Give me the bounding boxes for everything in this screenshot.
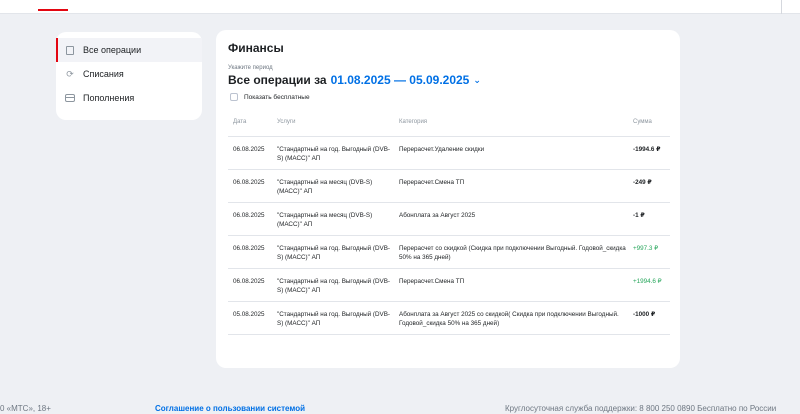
- column-header-category: Категория: [394, 119, 628, 137]
- support-info: Круглосуточная служба поддержки: 8 800 2…: [505, 404, 777, 413]
- table-row[interactable]: 06.08.2025 "Стандартный на год. Выгодный…: [228, 235, 670, 269]
- row-sum: +1994.6 ₽: [628, 268, 670, 302]
- operations-table: Дата Услуги Категория Сумма 06.08.2025 "…: [228, 119, 670, 335]
- row-service: "Стандартный на год. Выгодный (DVB-S) (М…: [272, 235, 394, 269]
- row-sum: +997.3 ₽: [628, 235, 670, 269]
- row-date: 06.08.2025: [228, 268, 272, 302]
- row-date: 05.08.2025: [228, 301, 272, 335]
- sidebar-item-top-ups[interactable]: Пополнения: [56, 86, 202, 110]
- document-icon: [66, 45, 74, 55]
- row-sum: -1994.6 ₽: [628, 136, 670, 170]
- sidebar-item-label: Списания: [83, 69, 124, 79]
- row-category: Перерасчет.Удаление скидки: [394, 136, 628, 170]
- row-sum: -1 ₽: [628, 202, 670, 236]
- show-free-toggle[interactable]: Показать бесплатные: [228, 93, 668, 101]
- show-free-label: Показать бесплатные: [244, 93, 310, 101]
- row-category: Абонплата за Август 2025: [394, 202, 628, 236]
- page-title: Финансы: [228, 41, 284, 55]
- row-service: "Стандартный на месяц (DVB-S) (МАСС)" АП: [272, 169, 394, 203]
- row-sum: -1000 ₽: [628, 301, 670, 335]
- row-date: 06.08.2025: [228, 235, 272, 269]
- column-header-sum: Сумма: [628, 119, 670, 137]
- sidebar-item-debits[interactable]: ⟳ Списания: [56, 62, 202, 86]
- top-bar: [0, 0, 800, 14]
- row-service: "Стандартный на год. Выгодный (DVB-S) (М…: [272, 136, 394, 170]
- finance-panel: Финансы Укажите период Все операции за 0…: [216, 30, 680, 368]
- sidebar-item-label: Все операции: [83, 45, 142, 55]
- table-row[interactable]: 06.08.2025 "Стандартный на год. Выгодный…: [228, 136, 670, 170]
- chevron-down-icon[interactable]: ⌄: [473, 75, 481, 86]
- column-header-date: Дата: [228, 119, 272, 137]
- table-row[interactable]: 06.08.2025 "Стандартный на год. Выгодный…: [228, 268, 670, 302]
- table-header: Дата Услуги Категория Сумма: [228, 119, 670, 137]
- row-category: Перерасчет со скидкой (Скидка при подклю…: [394, 235, 628, 269]
- period-hint: Укажите период: [228, 65, 273, 71]
- row-category: Абонплата за Август 2025 со скидкой( Ски…: [394, 301, 628, 335]
- period-prefix: Все операции за: [228, 73, 327, 87]
- row-service: "Стандартный на год. Выгодный (DVB-S) (М…: [272, 301, 394, 335]
- top-bar-divider: [781, 0, 782, 14]
- card-icon: [65, 94, 75, 102]
- row-category: Перерасчет.Смена ТП: [394, 169, 628, 203]
- row-date: 06.08.2025: [228, 202, 272, 236]
- show-free-checkbox[interactable]: [230, 93, 238, 101]
- refresh-icon: ⟳: [66, 69, 74, 79]
- sidebar-item-label: Пополнения: [83, 93, 135, 103]
- user-agreement-link[interactable]: Соглашение о пользовании системой: [155, 404, 305, 413]
- copyright: 0 «МТС», 18+: [0, 404, 51, 413]
- sidebar-item-all-operations[interactable]: Все операции: [56, 38, 202, 62]
- row-date: 06.08.2025: [228, 136, 272, 170]
- period-selector[interactable]: Все операции за 01.08.2025 — 05.09.2025 …: [228, 73, 668, 87]
- period-range[interactable]: 01.08.2025 — 05.09.2025: [331, 73, 470, 87]
- footer: 0 «МТС», 18+ Соглашение о пользовании си…: [0, 404, 800, 414]
- row-sum: -249 ₽: [628, 169, 670, 203]
- row-service: "Стандартный на год. Выгодный (DVB-S) (М…: [272, 268, 394, 302]
- table-row[interactable]: 06.08.2025 "Стандартный на месяц (DVB-S)…: [228, 169, 670, 203]
- table-row[interactable]: 05.08.2025 "Стандартный на год. Выгодный…: [228, 301, 670, 335]
- row-category: Перерасчет.Смена ТП: [394, 268, 628, 302]
- row-service: "Стандартный на месяц (DVB-S) (МАСС)" АП: [272, 202, 394, 236]
- column-header-service: Услуги: [272, 119, 394, 137]
- table-row[interactable]: 06.08.2025 "Стандартный на месяц (DVB-S)…: [228, 202, 670, 236]
- sidebar: Все операции ⟳ Списания Пополнения: [56, 32, 202, 120]
- row-date: 06.08.2025: [228, 169, 272, 203]
- active-nav-indicator: [38, 9, 68, 11]
